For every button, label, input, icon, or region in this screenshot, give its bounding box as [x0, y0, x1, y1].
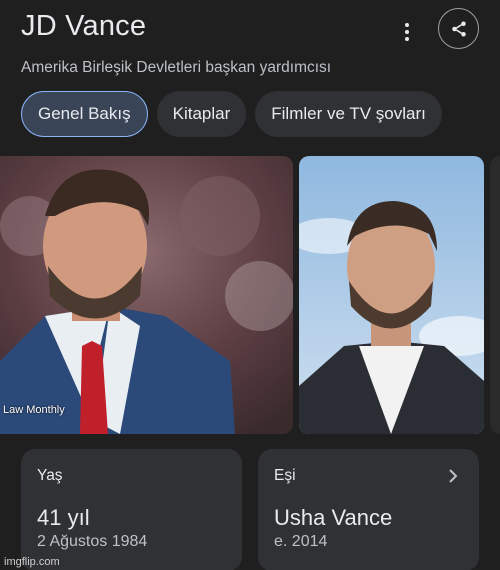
age-label: Yaş [37, 467, 63, 484]
age-value: 41 yıl [37, 505, 90, 530]
birth-date: 2 Ağustos 1984 [37, 533, 148, 550]
spouse-card[interactable]: Eşi Usha Vance e. 2014 [258, 449, 479, 570]
tab-overview[interactable]: Genel Bakış [21, 91, 148, 137]
spouse-label: Eşi [274, 467, 296, 484]
watermark: imgflip.com [4, 556, 60, 568]
image-credit: Law Monthly [3, 404, 65, 416]
tab-bar: Genel Bakış Kitaplar Filmler ve TV şovla… [21, 91, 442, 137]
knowledge-panel-header: JD Vance Amerika Birleşik Devletleri baş… [0, 0, 500, 90]
entity-subtitle: Amerika Birleşik Devletleri başkan yardı… [21, 59, 332, 76]
spouse-name: Usha Vance [274, 505, 393, 530]
marriage-year: e. 2014 [274, 533, 328, 550]
share-button[interactable] [438, 8, 479, 49]
photo-portrait-2[interactable] [299, 156, 484, 434]
more-vert-icon[interactable] [396, 18, 418, 46]
image-carousel[interactable]: Law Monthly [0, 156, 500, 434]
tab-books[interactable]: Kitaplar [156, 91, 247, 137]
info-cards: Yaş 41 yıl 2 Ağustos 1984 Eşi Usha Vance… [21, 449, 479, 570]
entity-title: JD Vance [21, 10, 147, 42]
photo-portrait-3[interactable] [490, 156, 500, 434]
share-icon [451, 21, 466, 36]
tab-movies-tv[interactable]: Filmler ve TV şovları [255, 91, 442, 137]
photo-portrait-1[interactable]: Law Monthly [0, 156, 293, 434]
age-card[interactable]: Yaş 41 yıl 2 Ağustos 1984 [21, 449, 242, 570]
chevron-right-icon [449, 469, 458, 483]
